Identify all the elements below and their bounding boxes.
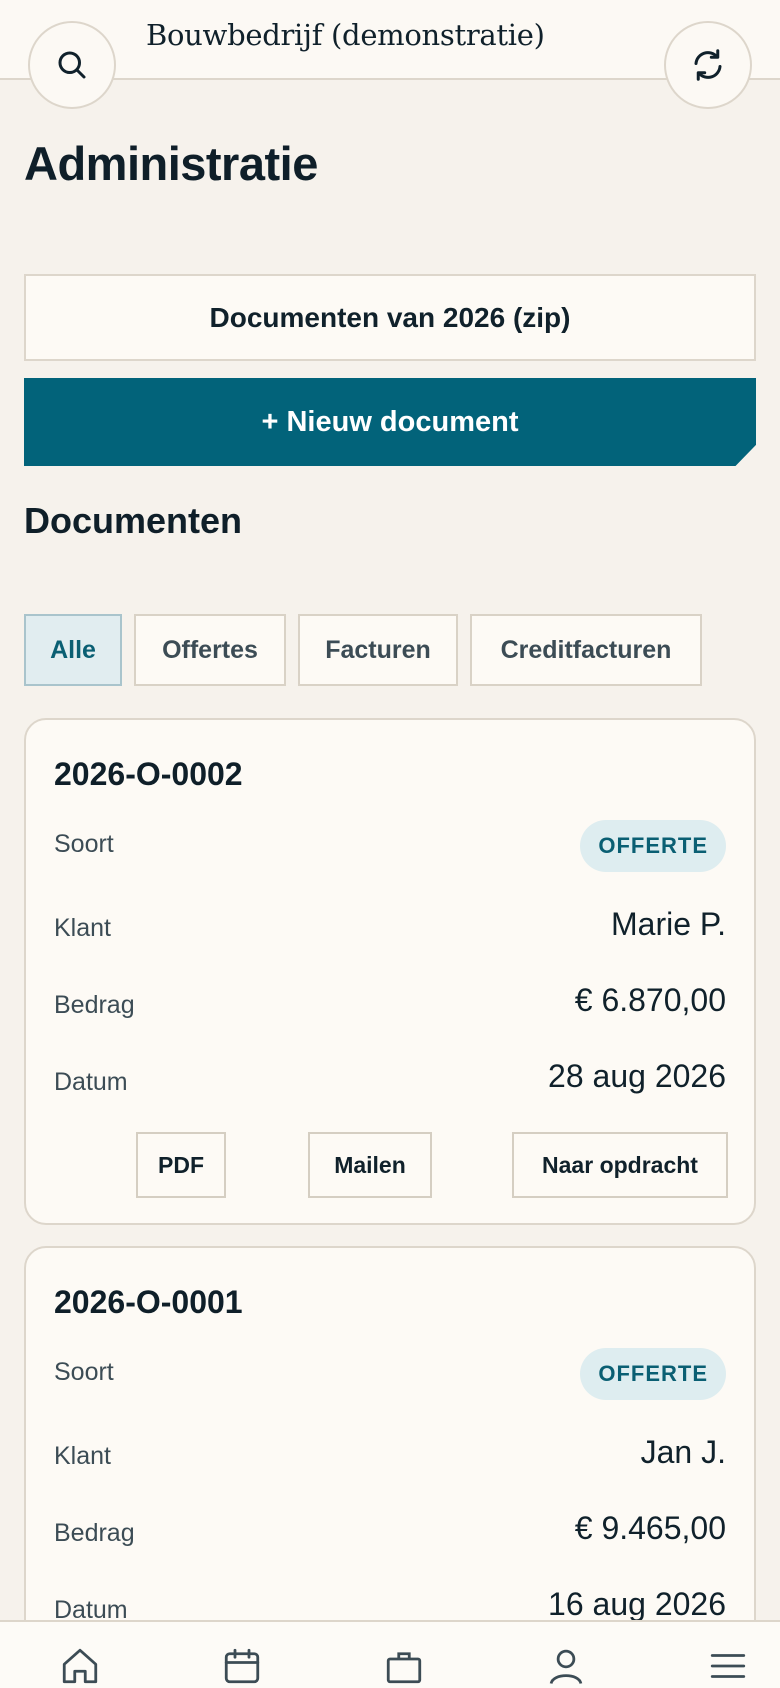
client-value: Jan J. <box>640 1434 726 1470</box>
section-title: Documenten <box>24 500 243 541</box>
client-label: Klant <box>54 1442 111 1470</box>
type-label: Soort <box>54 830 114 858</box>
filter-all[interactable]: Alle <box>24 614 122 686</box>
company-name: Bouwbedrijf (demonstratie) <box>146 18 545 52</box>
home-icon <box>62 1648 98 1684</box>
filter-quotes[interactable]: Offertes <box>134 614 286 686</box>
amount-label: Bedrag <box>54 1519 135 1547</box>
nav-profile[interactable] <box>544 1644 588 1688</box>
document-card[interactable]: 2026-O-0001 Soort OFFERTE Klant Jan J. B… <box>24 1246 756 1666</box>
mail-button[interactable]: Mailen <box>308 1132 432 1198</box>
to-order-button[interactable]: Naar opdracht <box>512 1132 728 1198</box>
page-title: Administratie <box>24 137 318 190</box>
nav-calendar[interactable] <box>220 1644 264 1688</box>
document-card[interactable]: 2026-O-0002 Soort OFFERTE Klant Marie P.… <box>24 718 756 1225</box>
filter-invoices[interactable]: Facturen <box>298 614 458 686</box>
refresh-icon <box>694 49 722 81</box>
amount-label: Bedrag <box>54 991 135 1019</box>
document-number: 2026-O-0001 <box>54 1284 243 1320</box>
type-label: Soort <box>54 1358 114 1386</box>
date-label: Datum <box>54 1068 128 1096</box>
refresh-button[interactable] <box>664 21 752 109</box>
search-button[interactable] <box>28 21 116 109</box>
amount-value: € 9.465,00 <box>574 1510 726 1546</box>
client-label: Klant <box>54 914 111 942</box>
filter-credit-invoices[interactable]: Creditfacturen <box>470 614 702 686</box>
date-value: 16 aug 2026 <box>548 1586 726 1622</box>
new-document-button[interactable]: + Nieuw document <box>24 378 756 466</box>
top-bar: Bouwbedrijf (demonstratie) <box>0 0 780 80</box>
client-value: Marie P. <box>610 906 726 942</box>
date-value: 28 aug 2026 <box>548 1058 726 1094</box>
nav-home[interactable] <box>58 1644 102 1688</box>
status-badge: OFFERTE <box>580 1348 726 1400</box>
menu-icon <box>710 1654 746 1678</box>
briefcase-icon <box>386 1652 422 1684</box>
download-zip-button[interactable]: Documenten van 2026 (zip) <box>24 274 756 361</box>
amount-value: € 6.870,00 <box>574 982 726 1018</box>
document-number: 2026-O-0002 <box>54 756 243 792</box>
user-icon <box>549 1649 583 1685</box>
pdf-button[interactable]: PDF <box>136 1132 226 1198</box>
nav-menu[interactable] <box>706 1644 750 1688</box>
status-badge: OFFERTE <box>580 820 726 872</box>
calendar-icon <box>224 1648 260 1684</box>
bottom-nav <box>0 1620 780 1688</box>
search-icon <box>58 51 86 79</box>
nav-jobs[interactable] <box>382 1644 426 1688</box>
